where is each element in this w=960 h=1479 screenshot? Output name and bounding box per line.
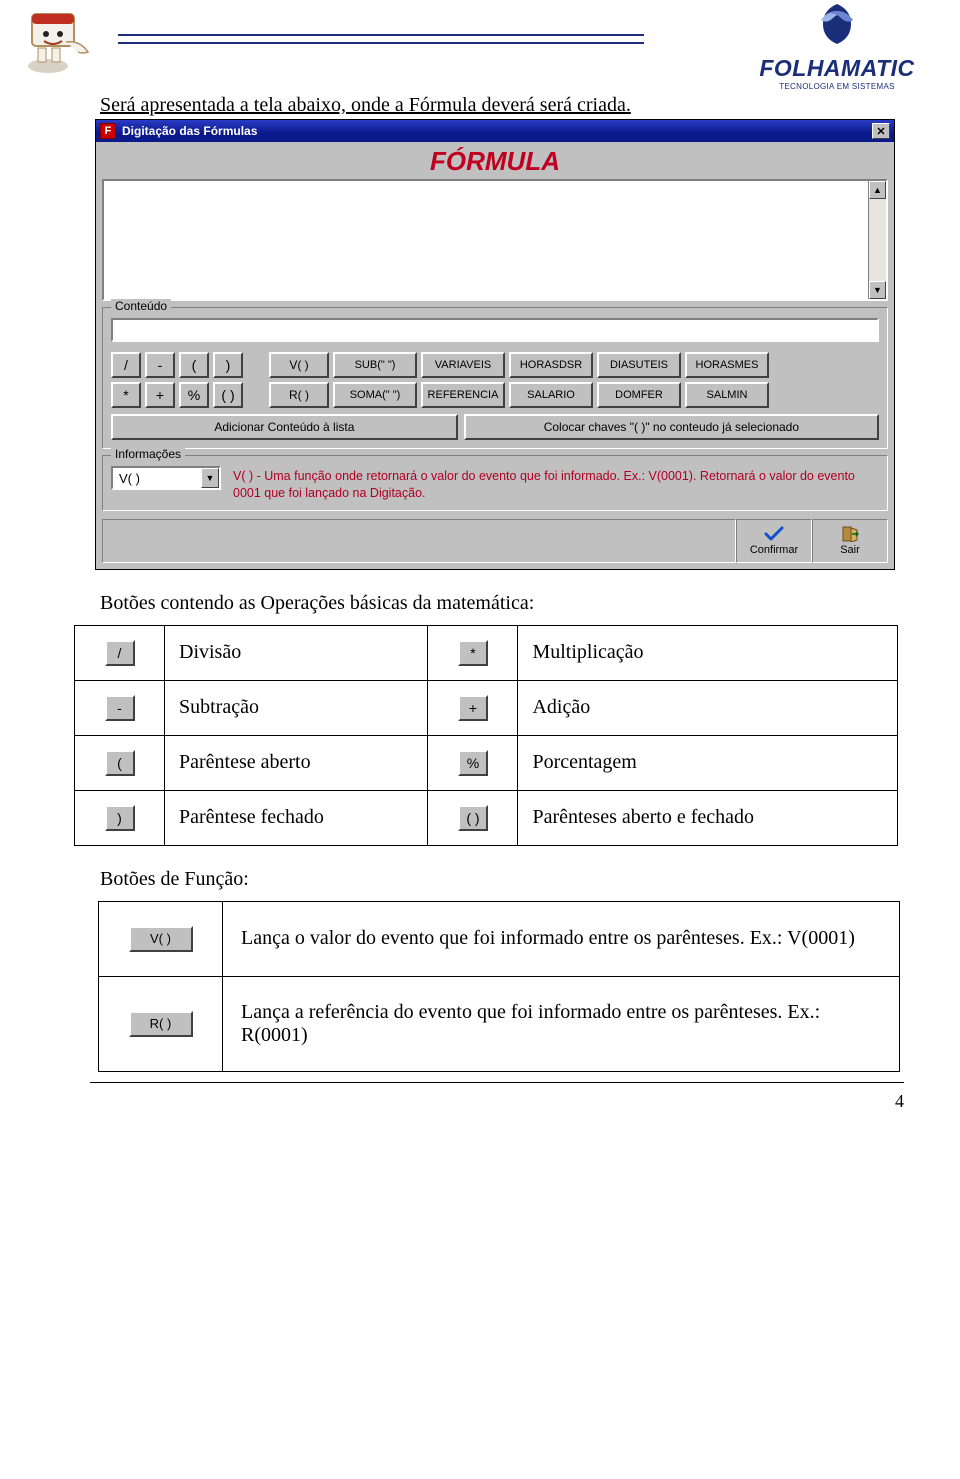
brand-logo-icon	[742, 2, 932, 57]
conteudo-group: Conteúdo / - ( ) V( ) SUB(" ") VARIAVEIS…	[102, 307, 888, 449]
fn-salmin-button[interactable]: SALMIN	[685, 382, 769, 408]
informacoes-label: Informações	[111, 447, 185, 461]
exit-icon	[840, 525, 860, 543]
ops-header: Botões contendo as Operações básicas da …	[100, 592, 960, 615]
explain-mult-icon: *	[458, 640, 488, 666]
fn-variaveis-button[interactable]: VARIAVEIS	[421, 352, 505, 378]
info-dropdown-value: V( )	[113, 471, 201, 486]
footer-spacer	[102, 519, 736, 563]
explain-divide-icon: /	[105, 640, 135, 666]
explain-paren-open-label: Parêntese aberto	[165, 735, 428, 790]
conteudo-input[interactable]	[111, 318, 879, 342]
confirm-label: Confirmar	[750, 544, 798, 556]
info-text: V( ) - Uma função onde retornará o valor…	[233, 466, 879, 502]
exit-button[interactable]: Sair	[812, 519, 888, 563]
dialog-footer: Confirmar Sair	[96, 515, 894, 569]
brand-subtitle: TECNOLOGIA EM SISTEMAS	[742, 82, 932, 91]
formula-list[interactable]: ▲ ▼	[102, 179, 888, 301]
close-icon[interactable]: ✕	[872, 123, 890, 139]
op-paren-close-button[interactable]: )	[213, 352, 243, 378]
intro-text: Será apresentada a tela abaixo, onde a F…	[100, 94, 960, 117]
fn-horasdsr-button[interactable]: HORASDSR	[509, 352, 593, 378]
explain-mult-label: Multiplicação	[518, 625, 898, 680]
scroll-track[interactable]	[869, 199, 886, 281]
ops-table: / Divisão * Multiplicação - Subtração + …	[74, 625, 898, 846]
fn-salario-button[interactable]: SALARIO	[509, 382, 593, 408]
fn-r-button[interactable]: R( )	[269, 382, 329, 408]
informacoes-group: Informações V( ) ▼ V( ) - Uma função ond…	[102, 455, 888, 511]
fn-horasmes-button[interactable]: HORASMES	[685, 352, 769, 378]
explain-percent-label: Porcentagem	[518, 735, 898, 790]
mascot-icon	[20, 8, 98, 78]
explain-parens-both-label: Parênteses aberto e fechado	[518, 790, 898, 845]
explain-percent-icon: %	[458, 750, 488, 776]
confirm-button[interactable]: Confirmar	[736, 519, 812, 563]
conteudo-label: Conteúdo	[111, 299, 171, 313]
page-number: 4	[0, 1083, 960, 1112]
scroll-up-icon[interactable]: ▲	[869, 181, 886, 199]
explain-minus-label: Subtração	[165, 680, 428, 735]
formula-header: FÓRMULA	[96, 142, 894, 177]
chevron-down-icon[interactable]: ▼	[201, 468, 219, 488]
op-divide-button[interactable]: /	[111, 352, 141, 378]
page-header: FOLHAMATIC TECNOLOGIA EM SISTEMAS	[0, 0, 960, 90]
explain-paren-close-icon: )	[105, 805, 135, 831]
op-percent-button[interactable]: %	[179, 382, 209, 408]
brand-name: FOLHAMATIC	[742, 55, 932, 82]
scrollbar[interactable]: ▲ ▼	[868, 181, 886, 299]
brand-block: FOLHAMATIC TECNOLOGIA EM SISTEMAS	[742, 2, 932, 91]
explain-plus-icon: +	[458, 695, 488, 721]
explain-paren-close-label: Parêntese fechado	[165, 790, 428, 845]
fn-table: V( ) Lança o valor do evento que foi inf…	[98, 901, 900, 1072]
window-title: Digitação das Fórmulas	[122, 124, 872, 138]
app-icon: F	[100, 123, 116, 139]
header-rules	[118, 34, 644, 48]
op-plus-button[interactable]: +	[145, 382, 175, 408]
explain-r-button-icon: R( )	[129, 1011, 193, 1037]
fn-header: Botões de Função:	[100, 868, 960, 891]
op-parens-button[interactable]: ( )	[213, 382, 243, 408]
add-conteudo-button[interactable]: Adicionar Conteúdo à lista	[111, 414, 458, 440]
explain-minus-icon: -	[105, 695, 135, 721]
op-mult-button[interactable]: *	[111, 382, 141, 408]
fn-v-button[interactable]: V( )	[269, 352, 329, 378]
op-minus-button[interactable]: -	[145, 352, 175, 378]
explain-v-desc: Lança o valor do evento que foi informad…	[223, 901, 900, 976]
fn-diasuteis-button[interactable]: DIASUTEIS	[597, 352, 681, 378]
fn-referencia-button[interactable]: REFERENCIA	[421, 382, 505, 408]
op-paren-open-button[interactable]: (	[179, 352, 209, 378]
info-dropdown[interactable]: V( ) ▼	[111, 466, 221, 490]
colocar-chaves-button[interactable]: Colocar chaves "( )" no conteudo já sele…	[464, 414, 879, 440]
explain-divide-label: Divisão	[165, 625, 428, 680]
formula-dialog: F Digitação das Fórmulas ✕ FÓRMULA ▲ ▼ C…	[95, 119, 895, 570]
fn-soma-button[interactable]: SOMA(" ")	[333, 382, 417, 408]
scroll-down-icon[interactable]: ▼	[869, 281, 886, 299]
check-icon	[764, 525, 784, 543]
titlebar: F Digitação das Fórmulas ✕	[96, 120, 894, 142]
exit-label: Sair	[840, 544, 860, 556]
fn-sub-button[interactable]: SUB(" ")	[333, 352, 417, 378]
fn-domfer-button[interactable]: DOMFER	[597, 382, 681, 408]
explain-paren-open-icon: (	[105, 750, 135, 776]
explain-plus-label: Adição	[518, 680, 898, 735]
explain-v-button-icon: V( )	[129, 926, 193, 952]
explain-parens-both-icon: ( )	[458, 805, 488, 831]
explain-r-desc: Lança a referência do evento que foi inf…	[223, 976, 900, 1071]
